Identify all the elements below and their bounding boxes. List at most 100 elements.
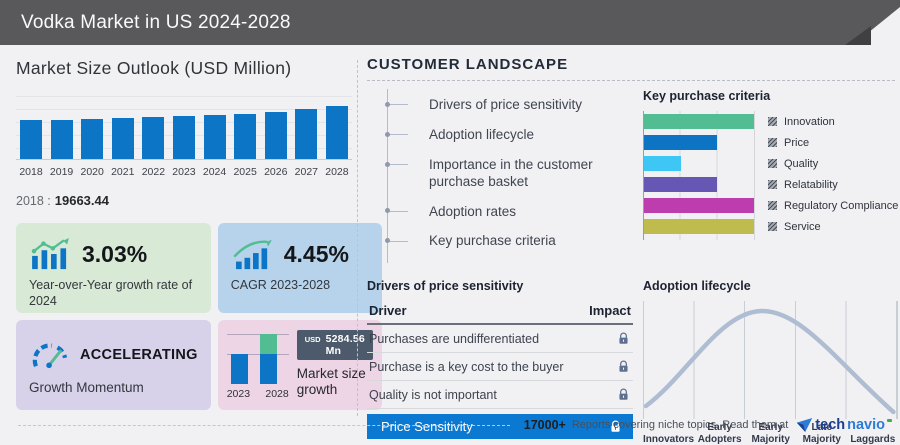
baseline-year: 2018 :: [16, 194, 51, 208]
legend-marker-icon: [768, 138, 777, 147]
key-purchase-criteria-chart: [643, 111, 755, 240]
market-bar-slot: [110, 118, 136, 159]
market-bar: [325, 106, 348, 159]
market-bar-slot: [324, 106, 350, 159]
market-bar: [203, 115, 226, 159]
mini-year-2028: 2028: [265, 388, 289, 400]
mini-gridline: [226, 334, 289, 335]
market-x-label: 2025: [233, 166, 257, 178]
table-row: Purchase is a key cost to the buyer: [367, 353, 633, 382]
market-bar-slot: [18, 120, 44, 159]
growth-arrow-icon: [233, 239, 272, 270]
reports-count: 17000+: [523, 418, 566, 432]
market-bar-slot: [293, 109, 319, 159]
bell-curve: [643, 308, 896, 415]
criteria-bar: [644, 198, 754, 213]
market-bar-slot: [49, 120, 75, 159]
baseline-value-line: 2018 :19663.44: [16, 193, 352, 208]
market-bar: [264, 112, 287, 159]
momentum-label: Growth Momentum: [29, 380, 144, 395]
brand-part2: navio: [847, 417, 885, 433]
market-bar-slot: [140, 117, 166, 159]
brand-part1: tech: [815, 417, 846, 433]
market-x-axis-labels: 2018 2019 2020 2021 2022 2023 2024 2025 2026 2027…: [16, 166, 352, 181]
market-bar-slot: [263, 112, 289, 159]
usd-value-badge: USD 5284.56 Mn: [296, 330, 373, 360]
market-bar: [111, 118, 134, 159]
key-purchase-criteria-title: Key purchase criteria: [643, 89, 771, 103]
criteria-bar: [644, 177, 718, 192]
driver-cell: Purchases are undifferentiated: [369, 331, 540, 346]
market-size-bar-chart: [16, 96, 352, 160]
speedometer-icon: [32, 343, 68, 369]
growth-card-label: Market size growth: [296, 366, 366, 398]
landscape-list-item: Adoption rates: [385, 204, 613, 221]
mini-bar-2023: [230, 354, 248, 384]
legend-item: Relatability: [768, 177, 898, 192]
market-x-label: 2021: [111, 166, 135, 178]
cagr-label: CAGR 2023-2028: [230, 278, 331, 292]
legend-marker-icon: [768, 180, 777, 189]
footer-text: Reports covering niche topics. Read them…: [571, 419, 789, 431]
column-divider: [357, 60, 358, 416]
key-purchase-criteria-block: Key purchase criteria Innovation Price Qua…: [643, 89, 898, 263]
market-x-label: 2028: [325, 166, 349, 178]
legend-label: Regulatory Compliance: [784, 199, 899, 212]
market-x-label: 2027: [294, 166, 319, 178]
stat-cards: 3.03% Year-over-Year growth rate of 2024…: [16, 223, 382, 410]
market-bar: [234, 114, 257, 159]
market-x-label: 2026: [264, 166, 288, 178]
market-bar-slot: [171, 116, 197, 159]
legend-marker-icon: [768, 222, 777, 231]
dashed-rule: [367, 80, 895, 81]
key-purchase-criteria-legend: Innovation Price Quality Relatability Regula…: [768, 111, 898, 240]
driver-cell: Purchase is a key cost to the buyer: [369, 359, 564, 374]
criteria-bar: [644, 114, 754, 129]
baseline-value: 19663.44: [54, 193, 109, 208]
criteria-bar: [644, 156, 681, 171]
landscape-list-item: Adoption lifecycle: [385, 127, 613, 144]
adoption-lifecycle-title: Adoption lifecycle: [643, 279, 751, 294]
adoption-lifecycle-chart: [643, 301, 899, 420]
technavio-arrow-icon: [797, 418, 813, 432]
cagr-value: 4.45%: [283, 240, 349, 267]
legend-item: Innovation: [768, 114, 898, 129]
market-x-label: 2019: [49, 166, 74, 178]
driver-cell: Quality is not important: [369, 387, 497, 402]
market-size-section: Market Size Outlook (USD Million) 2018 20…: [16, 58, 382, 410]
market-bar: [50, 120, 73, 159]
legend-marker-icon: [768, 201, 777, 210]
customer-landscape-title: CUSTOMER LANDSCAPE: [367, 56, 569, 73]
table-row: Purchases are undifferentiated: [367, 325, 633, 354]
growth-mini-chart: 2023 2028: [226, 328, 289, 402]
market-bar-slot: [232, 114, 258, 159]
price-sensitivity-title: Drivers of price sensitivity: [367, 279, 524, 294]
table-row: Quality is not important: [367, 381, 633, 410]
yoy-growth-label: Year-over-Year growth rate of 2024: [29, 278, 193, 308]
legend-label: Price: [784, 136, 810, 149]
column-driver: Driver: [369, 303, 407, 319]
legend-marker-icon: [768, 117, 777, 126]
yoy-growth-card: 3.03% Year-over-Year growth rate of 2024: [16, 223, 211, 313]
table-body: Purchases are undifferentiated Purchase …: [367, 325, 633, 410]
mini-year-2023: 2023: [226, 388, 251, 400]
legend-item: Quality: [768, 156, 898, 171]
mini-bar-increment: [259, 334, 277, 354]
growth-momentum-card: ACCELERATING Growth Momentum: [16, 320, 211, 410]
landscape-list-item: Drivers of price sensitivity: [385, 97, 613, 114]
legend-label: Innovation: [784, 115, 835, 128]
legend-label: Quality: [784, 157, 819, 170]
landscape-list-item: Key purchase criteria: [385, 233, 613, 250]
market-x-label: 2024: [202, 166, 227, 178]
legend-label: Relatability: [784, 178, 838, 191]
footer: 17000+ Reports covering niche topics. Re…: [18, 417, 892, 433]
customer-landscape-section: CUSTOMER LANDSCAPE Drivers of price sens…: [367, 56, 899, 445]
column-impact: Impact: [589, 303, 631, 319]
technavio-logo: tech navio: [796, 417, 892, 433]
market-bar: [81, 119, 104, 159]
title-bar: Vodka Market in US 2024-2028: [0, 0, 900, 45]
market-x-label: 2023: [172, 166, 196, 178]
lock-icon: [619, 332, 628, 344]
legend-item: Price: [768, 135, 898, 150]
legend-item: Regulatory Compliance: [768, 198, 898, 213]
